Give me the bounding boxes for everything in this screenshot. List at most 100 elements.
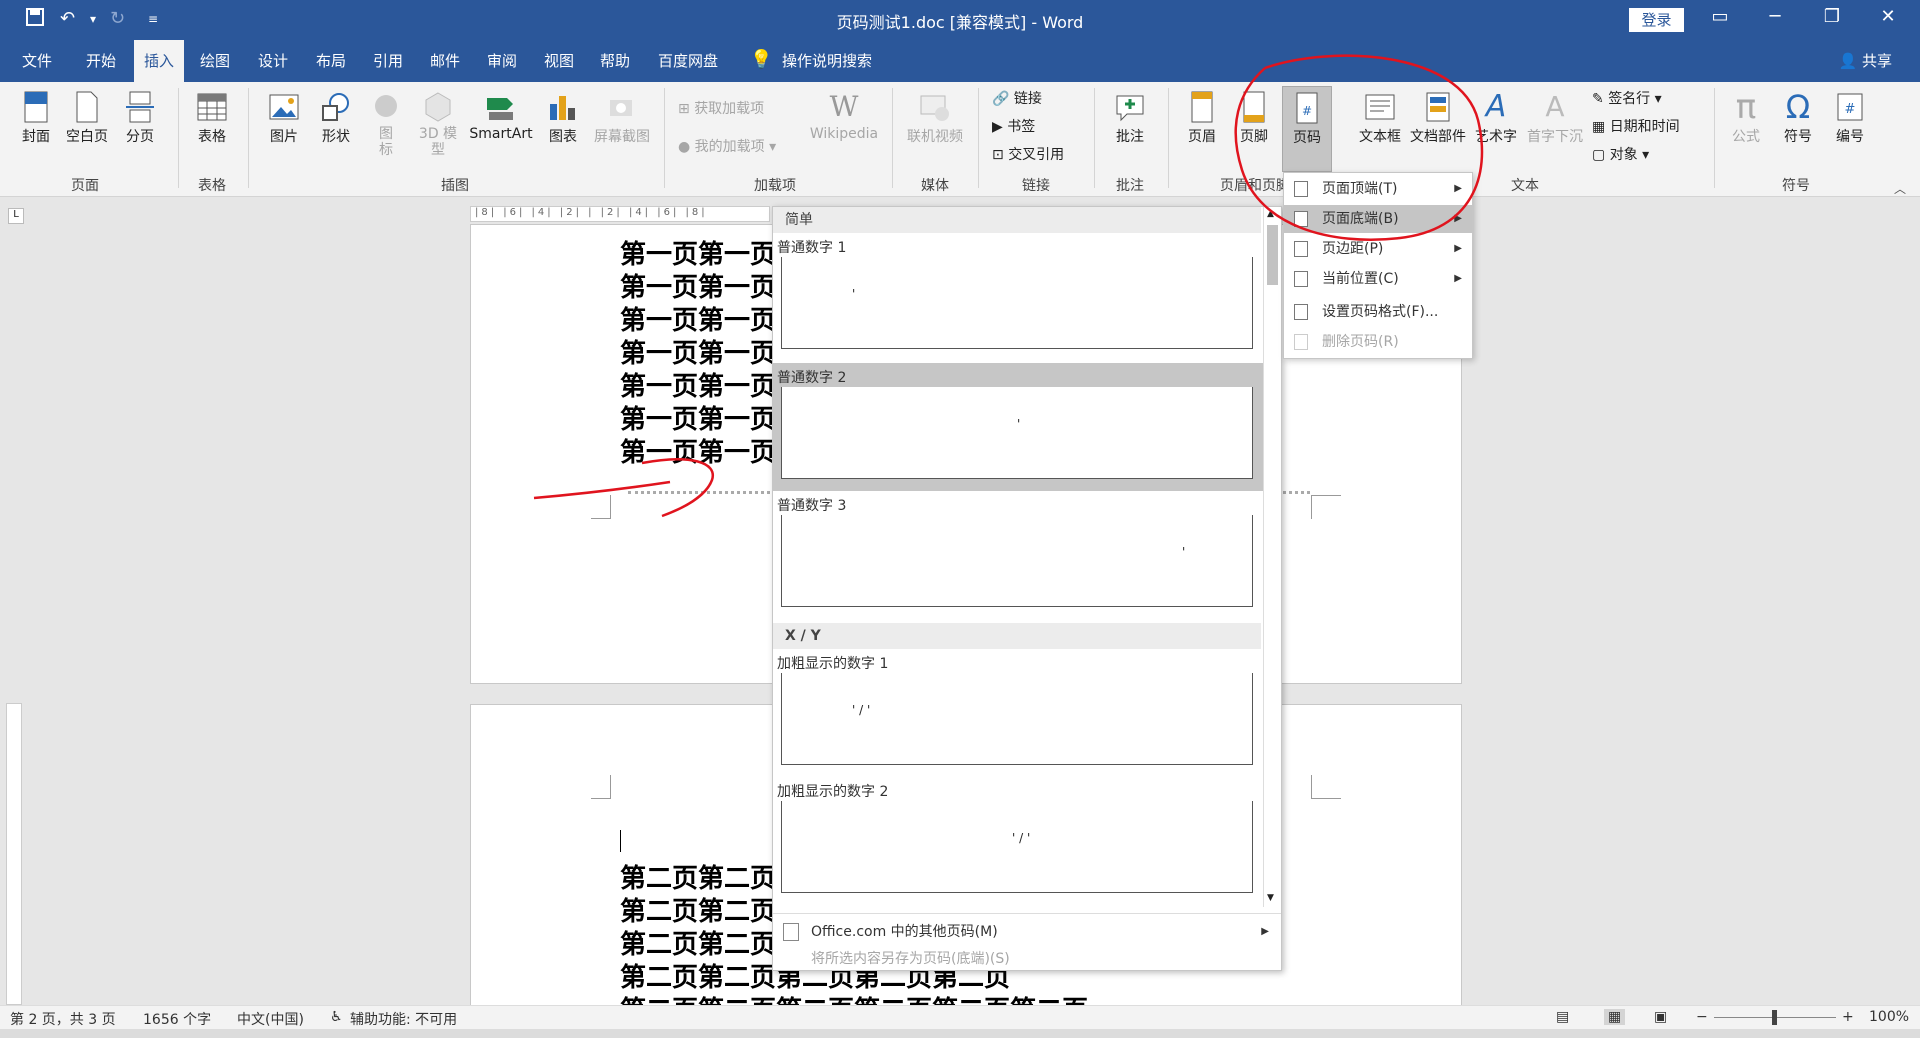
get-addins-button[interactable]: ⊞ 获取加载项	[678, 98, 764, 118]
tab-view[interactable]: 视图	[534, 40, 584, 82]
scrollbar-thumb[interactable]	[1267, 225, 1278, 285]
text-line[interactable]: 第一页第一页	[620, 366, 776, 403]
horizontal-ruler[interactable]: |8| |6| |4| |2| | |2| |4| |6| |8|	[470, 206, 770, 222]
read-mode-icon[interactable]: ▤	[1556, 1009, 1569, 1025]
text-line[interactable]: 第二页第二页	[620, 891, 776, 928]
text-line[interactable]: 第二页第二页	[620, 858, 776, 895]
gallery-scrollbar[interactable]: ▲ ▼	[1263, 207, 1281, 907]
drop-cap-button[interactable]: A 首字下沉	[1524, 90, 1586, 146]
close-icon[interactable]: ✕	[1868, 6, 1908, 27]
equation-button[interactable]: π 公式	[1722, 90, 1770, 146]
tab-layout[interactable]: 布局	[306, 40, 356, 82]
ribbon-display-icon[interactable]: ▭	[1700, 6, 1740, 27]
text-box-button[interactable]: 文本框	[1356, 90, 1404, 146]
accessibility-status[interactable]: 辅助功能: 不可用	[350, 1009, 457, 1029]
share-button[interactable]: 👤 共享	[1839, 50, 1892, 71]
gallery-item-plain-number-1[interactable]: '	[781, 257, 1253, 349]
page-count[interactable]: 第 2 页，共 3 页	[10, 1009, 116, 1029]
text-line[interactable]: 第一页第一页	[620, 399, 776, 436]
zoom-in-icon[interactable]: +	[1842, 1009, 1854, 1025]
blank-page-button[interactable]: 空白页	[63, 90, 111, 146]
comment-button[interactable]: 批注	[1106, 90, 1154, 146]
gallery-item-label: 加粗显示的数字 2	[777, 784, 889, 800]
wordart-button[interactable]: A 艺术字	[1472, 90, 1520, 146]
more-page-numbers-item[interactable]: Office.com 中的其他页码(M) ▶	[777, 919, 1277, 945]
menu-item-bottom-of-page[interactable]: 页面底端(B) ▶	[1284, 205, 1472, 233]
text-line[interactable]: 第二页第二页第二页第二页第二页第二页	[620, 990, 1088, 1005]
my-addins-button[interactable]: ● 我的加载项 ▾	[678, 136, 776, 156]
header-button[interactable]: 页眉	[1180, 90, 1224, 146]
quick-parts-button[interactable]: 文档部件	[1408, 90, 1468, 146]
link-button[interactable]: 🔗 链接	[992, 88, 1042, 108]
zoom-slider-thumb[interactable]	[1772, 1010, 1777, 1025]
3d-models-button[interactable]: 3D 模型	[414, 90, 462, 158]
tab-home[interactable]: 开始	[76, 40, 126, 82]
language-indicator[interactable]: 中文(中国)	[237, 1009, 304, 1029]
minimize-icon[interactable]: ─	[1755, 6, 1795, 27]
tab-references[interactable]: 引用	[363, 40, 413, 82]
tab-insert[interactable]: 插入	[134, 40, 185, 82]
footer-button[interactable]: 页脚	[1232, 90, 1276, 146]
scroll-down-icon[interactable]: ▼	[1267, 893, 1274, 903]
gallery-item-bold-number-1[interactable]: ' / '	[781, 673, 1253, 765]
text-line[interactable]: 第一页第一页	[620, 300, 776, 337]
symbol-button[interactable]: Ω 符号	[1774, 90, 1822, 146]
tab-review[interactable]: 审阅	[477, 40, 527, 82]
table-button[interactable]: 表格	[190, 90, 234, 146]
gallery-item-plain-number-3[interactable]: '	[781, 515, 1253, 607]
online-video-button[interactable]: 联机视频	[902, 90, 968, 146]
text-line[interactable]: 第一页第一页	[620, 234, 776, 271]
page-number-button[interactable]: # 页码	[1282, 86, 1332, 172]
smartart-button[interactable]: SmartArt	[466, 90, 536, 142]
tab-mailings[interactable]: 邮件	[420, 40, 470, 82]
restore-icon[interactable]: ❐	[1812, 6, 1852, 27]
page-number-glyph: ' / '	[852, 703, 871, 717]
calendar-icon: ▦	[1592, 119, 1610, 135]
login-button[interactable]: 登录	[1629, 8, 1684, 32]
wikipedia-button[interactable]: W Wikipedia	[804, 90, 884, 142]
shapes-button[interactable]: 形状	[314, 90, 358, 146]
cross-reference-button[interactable]: ⊡ 交叉引用	[992, 144, 1064, 164]
save-selection-item[interactable]: 将所选内容另存为页码(底端)(S)	[777, 947, 1277, 970]
cover-page-button[interactable]: 封面	[14, 90, 58, 146]
text-line-clipped[interactable]: 第二页第二页第二页第二页第二页第二页	[620, 990, 1088, 1005]
text-line[interactable]: 第二页第二页	[620, 924, 776, 961]
gallery-item-bold-number-2[interactable]: ' / '	[781, 801, 1253, 893]
menu-item-format-page-numbers[interactable]: 设置页码格式(F)...	[1284, 298, 1472, 326]
zoom-level[interactable]: 100%	[1869, 1009, 1909, 1025]
word-count[interactable]: 1656 个字	[143, 1009, 211, 1029]
menu-item-remove-page-numbers[interactable]: 删除页码(R)	[1284, 328, 1472, 356]
tab-baidu-netdisk[interactable]: 百度网盘	[648, 40, 728, 82]
chart-button[interactable]: 图表	[540, 90, 586, 146]
zoom-out-icon[interactable]: −	[1696, 1009, 1708, 1025]
menu-item-label: 页面底端(B)	[1322, 211, 1399, 227]
text-line[interactable]: 第一页第一页	[620, 333, 776, 370]
tell-me-search[interactable]: 操作说明搜索	[772, 40, 882, 82]
menu-item-top-of-page[interactable]: 页面顶端(T) ▶	[1284, 175, 1472, 203]
bookmark-button[interactable]: ▶ 书签	[992, 116, 1035, 136]
gallery-item-plain-number-2[interactable]: '	[781, 387, 1253, 479]
object-button[interactable]: ▢ 对象 ▾	[1592, 144, 1649, 164]
tab-design[interactable]: 设计	[248, 40, 298, 82]
tab-selector-icon[interactable]: L	[8, 208, 24, 224]
collapse-ribbon-icon[interactable]: ︿	[1894, 180, 1906, 197]
number-button[interactable]: # 编号	[1826, 90, 1874, 146]
screenshot-button[interactable]: 屏幕截图	[590, 90, 654, 146]
text-line[interactable]: 第一页第一页	[620, 267, 776, 304]
page-break-button[interactable]: 分页	[118, 90, 162, 146]
picture-button[interactable]: 图片	[262, 90, 306, 146]
signature-line-button[interactable]: ✎ 签名行 ▾	[1592, 88, 1662, 108]
menu-item-current-position[interactable]: 当前位置(C) ▶	[1284, 265, 1472, 293]
web-layout-icon[interactable]: ▣	[1654, 1009, 1667, 1025]
print-layout-icon[interactable]: ▦	[1604, 1009, 1626, 1025]
wikipedia-icon: W	[829, 90, 859, 123]
scroll-up-icon[interactable]: ▲	[1267, 209, 1274, 219]
icons-button[interactable]: 图标	[366, 90, 406, 158]
date-time-button[interactable]: ▦ 日期和时间	[1592, 116, 1680, 136]
menu-item-page-margins[interactable]: 页边距(P) ▶	[1284, 235, 1472, 263]
tab-draw[interactable]: 绘图	[190, 40, 240, 82]
text-line[interactable]: 第一页第一页	[620, 432, 776, 469]
vertical-ruler[interactable]	[6, 703, 22, 1005]
tab-file[interactable]: 文件	[12, 40, 62, 82]
tab-help[interactable]: 帮助	[590, 40, 640, 82]
